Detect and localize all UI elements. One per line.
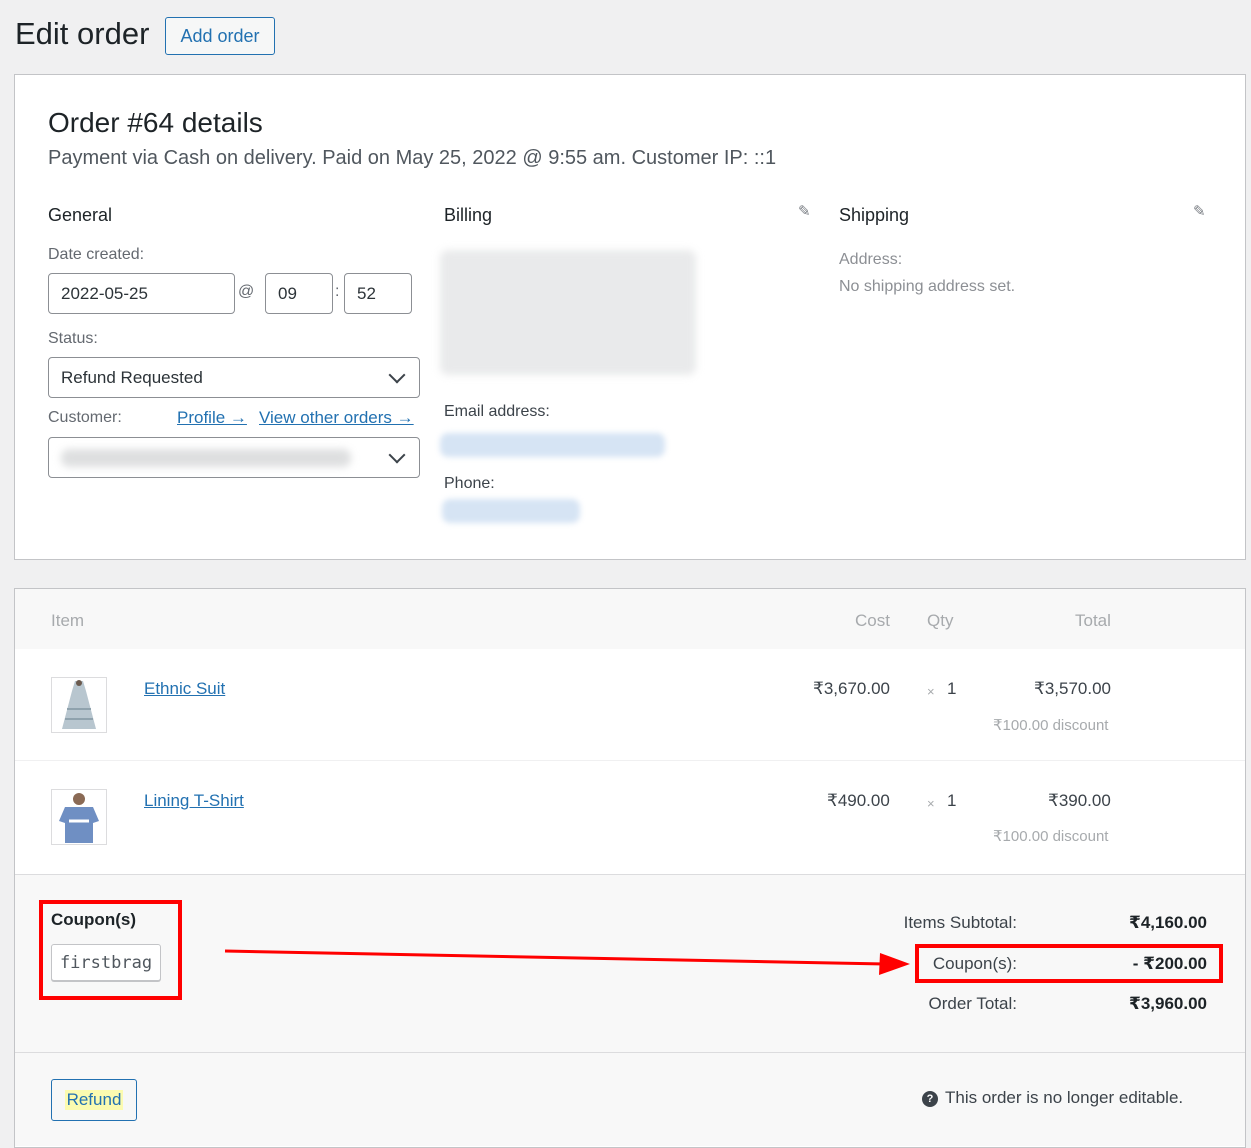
general-heading: General — [48, 205, 113, 225]
phone-label: Phone: — [444, 475, 495, 492]
item-total: ₹3,570.00 — [1034, 679, 1111, 698]
pencil-icon[interactable]: ✎ — [1193, 202, 1206, 220]
order-subtitle: Payment via Cash on delivery. Paid on Ma… — [48, 147, 777, 169]
item-discount: ₹100.00 discount — [993, 828, 1109, 845]
minute-input[interactable]: 52 — [344, 273, 412, 314]
time-separator: : — [335, 283, 340, 300]
billing-heading: Billing — [444, 205, 493, 225]
items-subtotal-value: ₹4,160.00 — [1128, 913, 1207, 932]
shipping-address-value: No shipping address set. — [839, 278, 1016, 295]
ethnic-suit-image — [62, 680, 96, 729]
customer-profile-link[interactable]: Profile → — [177, 408, 247, 428]
help-icon[interactable]: ? — [922, 1091, 938, 1107]
item-discount: ₹100.00 discount — [993, 717, 1109, 734]
status-select[interactable]: Refund Requested — [48, 357, 420, 398]
item-cost: ₹490.00 — [827, 791, 890, 810]
at-sign: @ — [238, 283, 255, 300]
column-item: Item — [51, 611, 85, 630]
item-total: ₹390.00 — [1048, 791, 1111, 810]
email-label: Email address: — [444, 403, 550, 420]
coupon-total-value: - ₹200.00 — [1132, 954, 1207, 973]
product-thumbnail[interactable] — [51, 789, 107, 845]
item-qty: 1 — [947, 679, 957, 698]
item-qty: 1 — [947, 791, 957, 810]
order-total-value: ₹3,960.00 — [1128, 994, 1207, 1013]
customer-value-redacted — [61, 448, 351, 467]
item-link-lining-tshirt[interactable]: Lining T-Shirt — [144, 791, 244, 811]
billing-address-redacted — [440, 250, 696, 375]
tshirt-image — [59, 793, 99, 843]
column-total: Total — [1075, 611, 1111, 630]
refund-button[interactable]: Refund — [51, 1079, 137, 1121]
chevron-down-icon — [388, 366, 406, 383]
order-title: Order #64 details — [48, 107, 263, 138]
column-cost: Cost — [855, 611, 890, 630]
qty-times: × — [927, 796, 935, 811]
order-total-label: Order Total: — [928, 994, 1017, 1013]
chevron-down-icon — [388, 446, 406, 463]
view-other-orders-link[interactable]: View other orders → — [259, 408, 414, 428]
product-thumbnail[interactable] — [51, 677, 107, 733]
refund-label: Refund — [64, 1090, 124, 1110]
item-link-ethnic-suit[interactable]: Ethnic Suit — [144, 679, 225, 699]
coupons-title: Coupon(s) — [51, 910, 136, 929]
date-created-label: Date created: — [48, 246, 145, 263]
coupon-total-label: Coupon(s): — [932, 954, 1017, 973]
date-created-input[interactable]: 2022-05-25 — [48, 273, 235, 314]
shipping-heading: Shipping — [839, 205, 910, 225]
phone-redacted[interactable] — [442, 499, 580, 523]
qty-times: × — [927, 684, 935, 699]
items-subtotal-label: Items Subtotal: — [903, 913, 1017, 932]
customer-select[interactable] — [48, 437, 420, 478]
not-editable-note: This order is no longer editable. — [945, 1088, 1184, 1107]
shipping-address-label: Address: — [839, 251, 903, 268]
items-table-header — [15, 589, 1245, 649]
page-title: Edit order — [15, 16, 150, 51]
email-redacted[interactable] — [440, 433, 665, 457]
item-cost: ₹3,670.00 — [813, 679, 890, 698]
pencil-icon[interactable]: ✎ — [798, 202, 811, 220]
customer-label: Customer: — [48, 409, 122, 426]
add-order-button[interactable]: Add order — [165, 17, 275, 55]
hour-input[interactable]: 09 — [265, 273, 333, 314]
row-divider — [15, 760, 1245, 761]
annotation-arrow — [224, 949, 910, 975]
column-qty: Qty — [927, 611, 954, 630]
status-value: Refund Requested — [61, 367, 203, 387]
status-label: Status: — [48, 330, 98, 347]
coupon-code-chip[interactable]: firstbrag — [51, 944, 161, 981]
